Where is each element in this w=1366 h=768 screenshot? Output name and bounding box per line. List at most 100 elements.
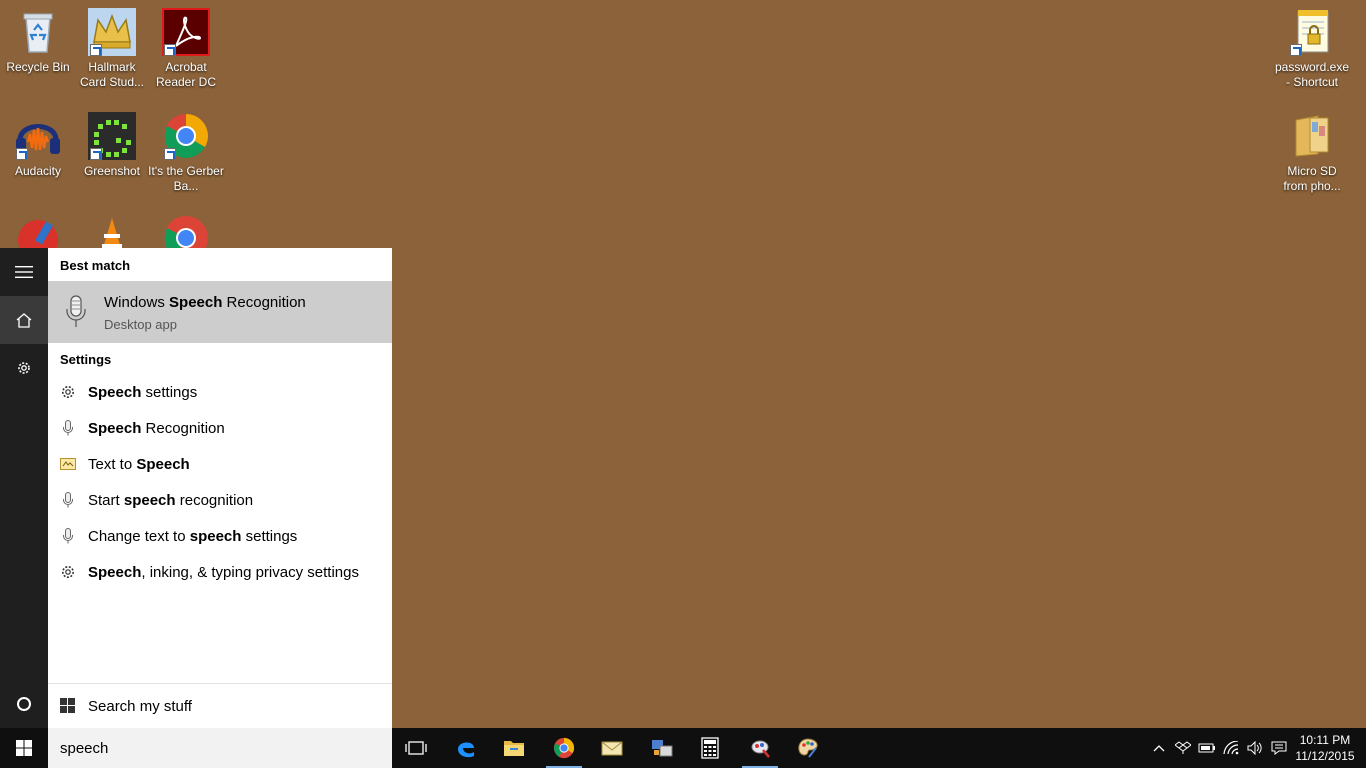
start-button[interactable] bbox=[0, 728, 48, 768]
taskbar-calculator[interactable] bbox=[686, 728, 734, 768]
taskbar-search-input[interactable]: speech bbox=[48, 728, 392, 768]
search-my-stuff-label: Search my stuff bbox=[88, 698, 192, 715]
microphone-icon bbox=[60, 420, 76, 436]
control-panel-icon bbox=[652, 740, 673, 757]
notifications-icon bbox=[1271, 741, 1287, 755]
chevron-up-icon bbox=[1153, 745, 1165, 752]
taskbar-edge[interactable] bbox=[442, 728, 490, 768]
windows-logo-icon bbox=[16, 740, 32, 756]
result-label: Change text to speech settings bbox=[88, 528, 298, 545]
tray-network[interactable] bbox=[1222, 740, 1240, 756]
best-match-title: Windows Speech Recognition bbox=[104, 294, 306, 311]
taskbar-palette-app[interactable] bbox=[784, 728, 832, 768]
taskbar-control-panel[interactable] bbox=[638, 728, 686, 768]
shortcut-arrow-icon bbox=[164, 44, 176, 56]
settings-button[interactable] bbox=[0, 344, 48, 392]
taskbar-mail[interactable] bbox=[588, 728, 636, 768]
palette-icon bbox=[798, 738, 818, 758]
result-label: Speech, inking, & typing privacy setting… bbox=[88, 564, 359, 581]
vlc-icon bbox=[88, 214, 136, 248]
best-match-subtitle: Desktop app bbox=[104, 317, 177, 332]
desktop-icon-label: Greenshot bbox=[83, 164, 141, 178]
result-speech-settings[interactable]: Speech settings bbox=[48, 375, 392, 411]
gear-icon bbox=[60, 564, 76, 580]
greenshot-icon bbox=[88, 112, 136, 160]
show-hidden-icons-button[interactable] bbox=[1150, 740, 1168, 756]
volume-icon bbox=[1247, 741, 1262, 755]
ccleaner-icon bbox=[14, 214, 62, 248]
dropbox-icon bbox=[1175, 741, 1191, 754]
calculator-icon bbox=[701, 737, 719, 759]
desktop-icon-chrome[interactable]: It's the Gerber Ba... bbox=[148, 112, 224, 194]
desktop-icon-audacity[interactable]: Audacity bbox=[0, 112, 76, 179]
home-icon bbox=[16, 313, 32, 328]
task-view-button[interactable] bbox=[392, 728, 440, 768]
recycle-bin-icon bbox=[14, 8, 62, 56]
desktop-icon-label: Hallmark Card Stud... bbox=[79, 60, 145, 89]
desktop-icon-ccleaner[interactable] bbox=[0, 214, 76, 248]
audacity-icon bbox=[14, 112, 62, 160]
desktop-icon-label: Audacity bbox=[14, 164, 62, 178]
best-match-item[interactable]: Windows Speech Recognition Desktop app bbox=[48, 281, 392, 343]
chrome-icon bbox=[553, 737, 575, 759]
battery-icon bbox=[1198, 743, 1215, 753]
start-menu-rail bbox=[0, 248, 48, 728]
gear-icon bbox=[18, 362, 30, 374]
chrome-icon bbox=[162, 214, 210, 248]
tray-battery[interactable] bbox=[1198, 740, 1216, 756]
best-match-heading: Best match bbox=[60, 258, 131, 273]
hamburger-icon bbox=[15, 266, 33, 278]
password-file-icon bbox=[1288, 8, 1336, 56]
result-label: Speech Recognition bbox=[88, 420, 225, 437]
desktop-icon-micro-sd-folder[interactable]: Micro SD from pho... bbox=[1274, 112, 1350, 194]
file-explorer-icon bbox=[504, 741, 524, 756]
taskbar: speech 10:11 PM 11/12/2015 bbox=[0, 728, 1366, 768]
microphone-icon bbox=[64, 295, 88, 329]
result-speech-recognition[interactable]: Speech Recognition bbox=[48, 411, 392, 447]
result-label: Text to Speech bbox=[88, 456, 190, 473]
taskbar-chrome[interactable] bbox=[540, 728, 588, 768]
cortana-icon bbox=[17, 697, 31, 711]
cortana-button[interactable] bbox=[0, 680, 48, 728]
hamburger-menu-button[interactable] bbox=[0, 248, 48, 296]
desktop-icon-password-shortcut[interactable]: password.exe - Shortcut bbox=[1274, 8, 1350, 90]
search-my-stuff-button[interactable]: Search my stuff bbox=[48, 683, 392, 728]
microphone-icon bbox=[60, 492, 76, 508]
taskbar-clock[interactable]: 10:11 PM 11/12/2015 bbox=[1292, 732, 1358, 764]
desktop-icon-label: Acrobat Reader DC bbox=[155, 60, 217, 89]
desktop-icon-label: password.exe - Shortcut bbox=[1274, 60, 1350, 89]
chrome-icon bbox=[162, 112, 210, 160]
shortcut-arrow-icon bbox=[90, 148, 102, 160]
microphone-icon bbox=[60, 528, 76, 544]
result-change-tts-settings[interactable]: Change text to speech settings bbox=[48, 519, 392, 555]
result-text-to-speech[interactable]: Text to Speech bbox=[48, 447, 392, 483]
settings-heading: Settings bbox=[60, 352, 112, 367]
edge-icon bbox=[458, 742, 474, 758]
desktop-icon-label: It's the Gerber Ba... bbox=[148, 164, 224, 193]
shortcut-arrow-icon bbox=[1290, 44, 1302, 56]
desktop-icon-recycle-bin[interactable]: Recycle Bin bbox=[0, 8, 76, 75]
hallmark-icon bbox=[88, 8, 136, 56]
windows-logo-icon bbox=[60, 698, 75, 716]
desktop-icon-greenshot[interactable]: Greenshot bbox=[74, 112, 150, 179]
desktop-icon-acrobat[interactable]: Acrobat Reader DC bbox=[148, 8, 224, 90]
text-to-speech-icon bbox=[60, 456, 76, 472]
wifi-icon bbox=[1223, 741, 1239, 755]
tray-volume[interactable] bbox=[1246, 740, 1264, 756]
tray-dropbox[interactable] bbox=[1174, 740, 1192, 756]
result-privacy-settings[interactable]: Speech, inking, & typing privacy setting… bbox=[48, 555, 392, 591]
acrobat-icon bbox=[162, 8, 210, 56]
clock-time: 10:11 PM bbox=[1299, 733, 1351, 747]
search-results-panel: Best match Windows Speech Recognition De… bbox=[48, 248, 392, 728]
taskbar-paint-app[interactable] bbox=[736, 728, 784, 768]
tray-action-center[interactable] bbox=[1270, 740, 1288, 756]
folder-icon bbox=[1288, 112, 1336, 160]
desktop-icon-hallmark[interactable]: Hallmark Card Stud... bbox=[74, 8, 150, 90]
result-start-speech-recognition[interactable]: Start speech recognition bbox=[48, 483, 392, 519]
desktop-icon-vlc[interactable] bbox=[74, 214, 150, 248]
home-button[interactable] bbox=[0, 296, 48, 344]
desktop-icon-label: Micro SD from pho... bbox=[1283, 164, 1341, 193]
shortcut-arrow-icon bbox=[90, 44, 102, 56]
taskbar-file-explorer[interactable] bbox=[490, 728, 538, 768]
desktop-icon-chrome-2[interactable] bbox=[148, 214, 224, 248]
